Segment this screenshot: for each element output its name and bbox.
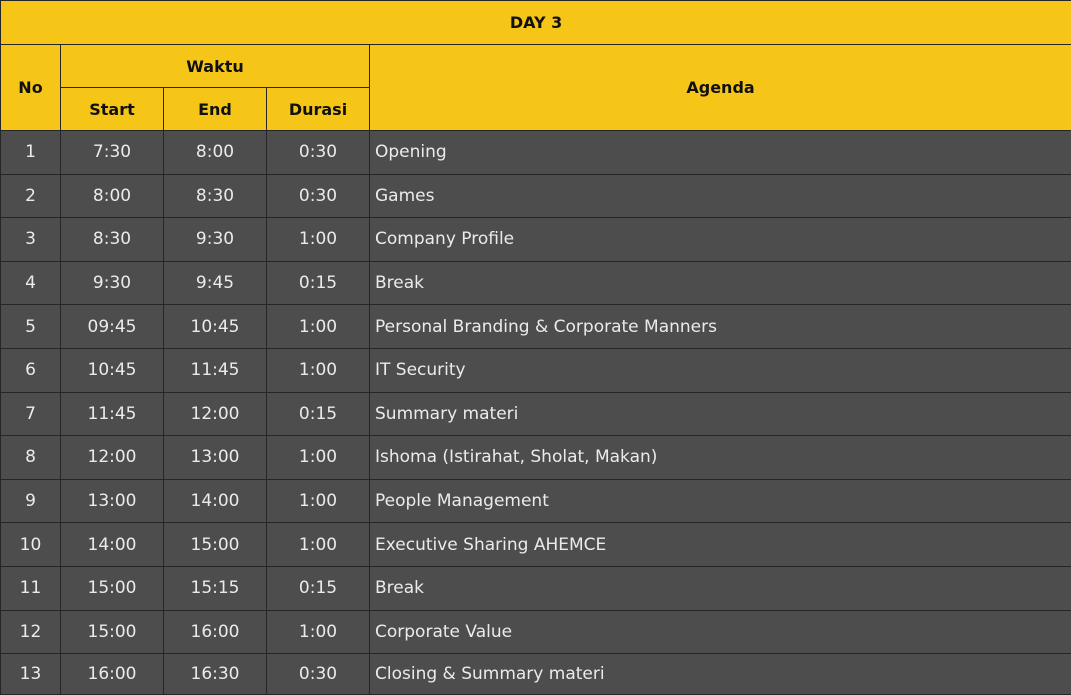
cell-end: 9:30: [164, 218, 267, 262]
cell-no: 7: [1, 392, 61, 436]
table-row: 711:4512:000:15Summary materi: [1, 392, 1071, 436]
cell-durasi: 0:30: [267, 174, 370, 218]
cell-start: 15:00: [61, 566, 164, 610]
header-end: End: [164, 88, 267, 131]
cell-end: 8:30: [164, 174, 267, 218]
day-title: DAY 3: [1, 1, 1071, 45]
cell-start: 13:00: [61, 479, 164, 523]
header-no: No: [1, 45, 61, 131]
table-row: 1115:0015:150:15Break: [1, 566, 1071, 610]
cell-durasi: 1:00: [267, 523, 370, 567]
cell-start: 10:45: [61, 348, 164, 392]
header-agenda: Agenda: [370, 45, 1071, 131]
table-row: 17:308:000:30Opening: [1, 131, 1071, 175]
cell-agenda: Games: [370, 174, 1071, 218]
cell-agenda: Ishoma (Istirahat, Sholat, Makan): [370, 436, 1071, 480]
cell-agenda: Opening: [370, 131, 1071, 175]
cell-agenda: Executive Sharing AHEMCE: [370, 523, 1071, 567]
cell-no: 1: [1, 131, 61, 175]
cell-durasi: 0:15: [267, 392, 370, 436]
cell-durasi: 1:00: [267, 479, 370, 523]
table-row: 38:309:301:00Company Profile: [1, 218, 1071, 262]
cell-end: 9:45: [164, 261, 267, 305]
cell-start: 12:00: [61, 436, 164, 480]
cell-start: 09:45: [61, 305, 164, 349]
cell-start: 11:45: [61, 392, 164, 436]
cell-agenda: Break: [370, 261, 1071, 305]
cell-end: 8:00: [164, 131, 267, 175]
cell-durasi: 1:00: [267, 218, 370, 262]
table-row: 913:0014:001:00People Management: [1, 479, 1071, 523]
cell-durasi: 0:30: [267, 654, 370, 695]
cell-start: 7:30: [61, 131, 164, 175]
cell-durasi: 1:00: [267, 305, 370, 349]
cell-durasi: 0:30: [267, 131, 370, 175]
cell-agenda: Break: [370, 566, 1071, 610]
table-row: 1215:0016:001:00Corporate Value: [1, 610, 1071, 654]
cell-start: 9:30: [61, 261, 164, 305]
cell-durasi: 0:15: [267, 261, 370, 305]
table-row: 49:309:450:15Break: [1, 261, 1071, 305]
table-row: 812:0013:001:00Ishoma (Istirahat, Sholat…: [1, 436, 1071, 480]
cell-agenda: Corporate Value: [370, 610, 1071, 654]
cell-start: 8:30: [61, 218, 164, 262]
header-waktu: Waktu: [61, 45, 370, 88]
cell-agenda: Company Profile: [370, 218, 1071, 262]
cell-end: 11:45: [164, 348, 267, 392]
cell-no: 6: [1, 348, 61, 392]
cell-no: 9: [1, 479, 61, 523]
cell-agenda: Summary materi: [370, 392, 1071, 436]
cell-no: 11: [1, 566, 61, 610]
cell-start: 8:00: [61, 174, 164, 218]
header-start: Start: [61, 88, 164, 131]
cell-end: 16:00: [164, 610, 267, 654]
cell-no: 10: [1, 523, 61, 567]
cell-agenda: IT Security: [370, 348, 1071, 392]
cell-end: 15:15: [164, 566, 267, 610]
cell-agenda: Personal Branding & Corporate Manners: [370, 305, 1071, 349]
table-row: 610:4511:451:00IT Security: [1, 348, 1071, 392]
cell-agenda: People Management: [370, 479, 1071, 523]
cell-no: 8: [1, 436, 61, 480]
cell-no: 13: [1, 654, 61, 695]
cell-end: 10:45: [164, 305, 267, 349]
cell-no: 3: [1, 218, 61, 262]
cell-no: 2: [1, 174, 61, 218]
cell-durasi: 1:00: [267, 610, 370, 654]
cell-end: 14:00: [164, 479, 267, 523]
header-durasi: Durasi: [267, 88, 370, 131]
cell-durasi: 0:15: [267, 566, 370, 610]
cell-no: 4: [1, 261, 61, 305]
cell-agenda: Closing & Summary materi: [370, 654, 1071, 695]
table-row: 1014:0015:001:00Executive Sharing AHEMCE: [1, 523, 1071, 567]
schedule-rows: 17:308:000:30Opening28:008:300:30Games38…: [1, 131, 1071, 695]
table-row: 509:4510:451:00Personal Branding & Corpo…: [1, 305, 1071, 349]
cell-end: 15:00: [164, 523, 267, 567]
cell-end: 16:30: [164, 654, 267, 695]
cell-durasi: 1:00: [267, 348, 370, 392]
cell-start: 16:00: [61, 654, 164, 695]
table-row: 1316:0016:300:30Closing & Summary materi: [1, 654, 1071, 695]
cell-no: 12: [1, 610, 61, 654]
cell-end: 12:00: [164, 392, 267, 436]
cell-no: 5: [1, 305, 61, 349]
cell-start: 15:00: [61, 610, 164, 654]
schedule-table: DAY 3 No Waktu Agenda Start End Durasi 1…: [0, 0, 1071, 695]
cell-start: 14:00: [61, 523, 164, 567]
cell-durasi: 1:00: [267, 436, 370, 480]
table-row: 28:008:300:30Games: [1, 174, 1071, 218]
cell-end: 13:00: [164, 436, 267, 480]
